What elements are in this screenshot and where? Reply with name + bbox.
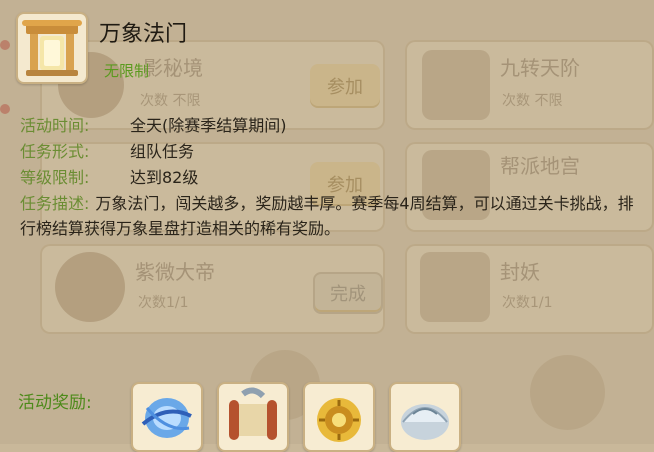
form-row: 任务形式: 组队任务 (20, 138, 194, 162)
sun-coin-icon (317, 398, 361, 442)
gate-icon (22, 20, 82, 76)
level-row: 等级限制: 达到82级 (20, 164, 198, 188)
reward-slot[interactable] (389, 382, 461, 452)
desc-label: 任务描述: (20, 194, 90, 213)
reward-slot[interactable] (217, 382, 289, 452)
reward-label: 活动奖励: (18, 393, 92, 413)
reward-slot[interactable] (131, 382, 203, 452)
description: 任务描述: 万象法门，闯关越多，奖励越丰厚。赛季每4周结算，可以通过关卡挑战，排行… (20, 191, 634, 241)
reward-slot[interactable] (303, 382, 375, 452)
time-value: 全天(除赛季结算期间) (130, 116, 287, 135)
activity-title: 万象法门 (99, 22, 188, 47)
level-label: 等级限制: (20, 168, 90, 187)
activity-icon (16, 12, 88, 84)
time-row: 活动时间: 全天(除赛季结算期间) (20, 112, 287, 136)
form-value: 组队任务 (130, 142, 195, 161)
level-value: 达到82级 (130, 168, 199, 187)
scroll-icon (229, 387, 277, 440)
desc-text: 万象法门，闯关越多，奖励越丰厚。赛季每4周结算，可以通过关卡挑战，排行榜结算获得… (20, 194, 634, 238)
time-label: 活动时间: (20, 116, 90, 135)
silver-shell-icon (401, 404, 449, 440)
limit-badge: 无限制 (104, 62, 150, 80)
form-label: 任务形式: (20, 142, 90, 161)
blue-orb-icon (141, 398, 192, 438)
